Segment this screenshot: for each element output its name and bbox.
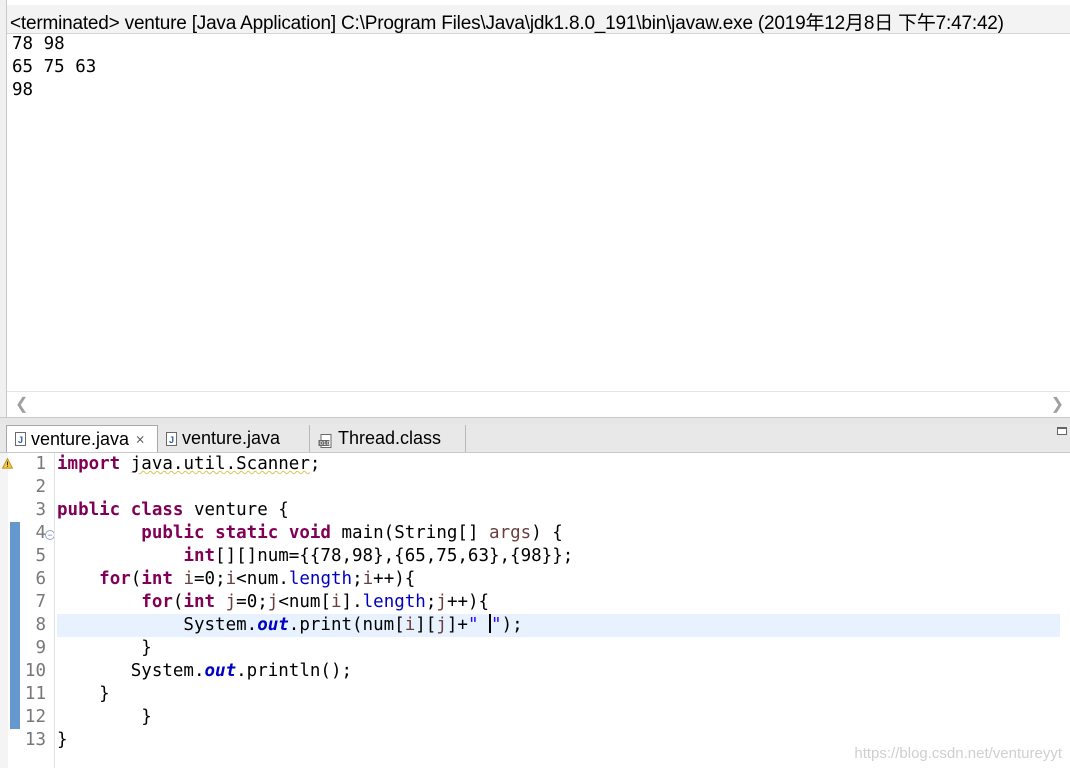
gutter-separator xyxy=(54,453,55,768)
code-line: System.out.println(); xyxy=(57,661,353,681)
code-editor[interactable]: 1 2 3 4 5 6 7 8 9 10 11 12 13 − import j… xyxy=(0,453,1070,768)
line-number: 12 xyxy=(24,707,46,727)
console-output-line: 98 xyxy=(12,80,34,100)
watermark: https://blog.csdn.net/ventureyyt xyxy=(854,745,1062,762)
line-number: 13 xyxy=(24,730,46,750)
code-text-area[interactable]: import java.util.Scanner; public class v… xyxy=(57,453,1060,752)
minimize-icon[interactable] xyxy=(1057,427,1067,435)
code-line: } xyxy=(57,684,110,704)
quick-diff-change-bar xyxy=(10,522,20,729)
line-number: 6 xyxy=(35,569,46,589)
code-line: } xyxy=(57,707,152,727)
annotation-ruler xyxy=(0,453,13,768)
console-output-line: 65 75 63 xyxy=(12,57,97,77)
tab-venture-java-active[interactable]: J venture.java ⨯ xyxy=(6,425,158,452)
code-line: System.out.print(num[i][j]+" "); xyxy=(57,614,1060,637)
console-left-border xyxy=(0,0,7,418)
code-line: for(int i=0;i<num.length;i++){ xyxy=(99,569,416,589)
tab-thread-class[interactable]: 010 Thread.class xyxy=(310,425,466,452)
class-file-icon: 010 xyxy=(318,432,334,448)
java-file-icon: J xyxy=(15,432,26,446)
tab-venture-java[interactable]: J venture.java xyxy=(158,425,310,452)
code-line: import java.util.Scanner; xyxy=(57,454,321,474)
code-line: int[][]num={{78,98},{65,75,63},{98}}; xyxy=(183,546,574,566)
tab-label: Thread.class xyxy=(338,428,442,448)
console-header-text: <terminated> venture [Java Application] … xyxy=(10,13,1004,34)
console-header: <terminated> venture [Java Application] … xyxy=(7,5,1070,34)
svg-text:010: 010 xyxy=(320,441,331,447)
code-line: public static void main(String[] args) { xyxy=(141,523,563,543)
line-number: 7 xyxy=(35,592,46,612)
console-view: <terminated> venture [Java Application] … xyxy=(0,0,1070,418)
line-number: 3 xyxy=(35,500,46,520)
line-number: 11 xyxy=(24,684,46,704)
close-icon[interactable]: ⨯ xyxy=(135,432,145,446)
line-number: 10 xyxy=(24,661,46,681)
line-number-gutter: 1 2 3 4 5 6 7 8 9 10 11 12 13 xyxy=(20,453,50,752)
scroll-right-icon[interactable]: ❯ xyxy=(1051,394,1064,414)
scroll-left-icon[interactable]: ❮ xyxy=(15,394,28,414)
console-output[interactable]: 78 98 65 75 63 98 xyxy=(12,33,96,102)
code-line: for(int j=0;j<num[i].length;j++){ xyxy=(141,592,490,612)
code-line: } xyxy=(57,638,152,658)
line-number: 9 xyxy=(35,638,46,658)
java-file-icon: J xyxy=(166,431,177,446)
line-number: 2 xyxy=(35,477,46,497)
tab-label: venture.java xyxy=(31,428,130,449)
line-number: 1 xyxy=(35,454,46,474)
console-horizontal-scrollbar[interactable]: ❮ ❯ xyxy=(7,391,1070,416)
line-number: 8 xyxy=(35,615,46,635)
code-line: public class venture { xyxy=(57,500,289,520)
line-number: 5 xyxy=(35,546,46,566)
tab-label: venture.java xyxy=(182,428,281,448)
editor-tab-bar: J venture.java ⨯ J venture.java 010 Thre… xyxy=(0,424,1070,453)
console-output-line: 78 98 xyxy=(12,34,65,54)
warning-icon[interactable] xyxy=(2,458,13,469)
